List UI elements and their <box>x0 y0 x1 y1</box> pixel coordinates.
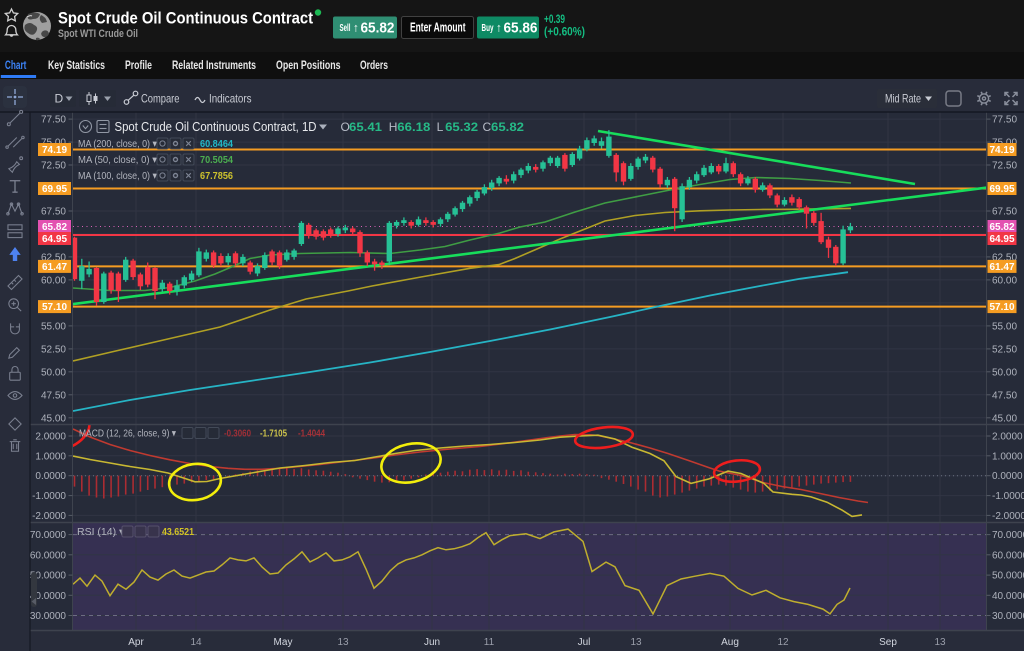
svg-text:-1.4044: -1.4044 <box>298 428 325 440</box>
svg-text:60.8464: 60.8464 <box>200 138 233 150</box>
svg-text:Enter Amount: Enter Amount <box>410 21 466 35</box>
svg-text:-1.0000: -1.0000 <box>32 491 66 502</box>
svg-text:Spot WTI Crude Oil: Spot WTI Crude Oil <box>58 28 138 40</box>
svg-text:-1.0000: -1.0000 <box>992 491 1024 502</box>
svg-text:(+0.60%): (+0.60%) <box>544 25 585 39</box>
svg-text:MA (50, close, 0) ▾: MA (50, close, 0) ▾ <box>78 154 158 166</box>
svg-text:Key Statistics: Key Statistics <box>48 60 105 72</box>
svg-text:60.0000: 60.0000 <box>30 550 67 561</box>
svg-text:Open Positions: Open Positions <box>276 60 341 72</box>
svg-text:47.50: 47.50 <box>41 390 66 401</box>
svg-text:65.82: 65.82 <box>361 20 395 37</box>
svg-text:61.47: 61.47 <box>42 262 67 273</box>
svg-text:14: 14 <box>190 637 202 648</box>
svg-text:1.0000: 1.0000 <box>992 451 1023 462</box>
svg-text:64.95: 64.95 <box>989 234 1014 245</box>
svg-text:65.82: 65.82 <box>491 120 524 134</box>
svg-text:↑: ↑ <box>496 21 502 35</box>
svg-text:43.6521: 43.6521 <box>162 526 194 538</box>
svg-text:Sell: Sell <box>340 23 351 34</box>
svg-text:67.50: 67.50 <box>41 207 66 218</box>
svg-text:72.50: 72.50 <box>992 161 1017 172</box>
svg-text:13: 13 <box>630 637 642 648</box>
svg-text:12: 12 <box>777 637 789 648</box>
svg-text:65.82: 65.82 <box>989 222 1014 233</box>
svg-text:Mid Rate: Mid Rate <box>885 92 921 106</box>
svg-text:40.0000: 40.0000 <box>992 591 1024 602</box>
svg-text:Profile: Profile <box>125 60 152 72</box>
svg-text:69.95: 69.95 <box>989 184 1014 195</box>
svg-text:67.50: 67.50 <box>992 207 1017 218</box>
svg-text:47.50: 47.50 <box>992 390 1017 401</box>
svg-text:55.00: 55.00 <box>41 321 66 332</box>
svg-text:74.19: 74.19 <box>989 145 1014 156</box>
svg-text:60.00: 60.00 <box>41 275 66 286</box>
svg-text:11: 11 <box>484 637 495 648</box>
svg-text:69.95: 69.95 <box>42 184 67 195</box>
svg-text:65.41: 65.41 <box>349 120 382 134</box>
svg-text:Aug: Aug <box>721 637 739 648</box>
svg-text:61.47: 61.47 <box>989 262 1014 273</box>
svg-text:↑: ↑ <box>353 21 359 35</box>
svg-text:64.95: 64.95 <box>42 234 67 245</box>
svg-text:70.0000: 70.0000 <box>992 530 1024 541</box>
svg-text:Apr: Apr <box>128 637 144 648</box>
svg-text:Spot Crude Oil Continuous Cont: Spot Crude Oil Continuous Contract, 1D <box>115 119 317 134</box>
svg-text:MA (100, close, 0) ▾: MA (100, close, 0) ▾ <box>78 170 158 182</box>
svg-text:13: 13 <box>337 637 349 648</box>
svg-text:RSI (14) ▾: RSI (14) ▾ <box>77 526 125 538</box>
svg-text:L: L <box>437 120 444 134</box>
svg-text:65.32: 65.32 <box>445 120 478 134</box>
svg-text:74.19: 74.19 <box>42 145 67 156</box>
svg-text:30.0000: 30.0000 <box>992 611 1024 622</box>
svg-text:67.7856: 67.7856 <box>200 170 233 182</box>
svg-text:30.0000: 30.0000 <box>30 611 67 622</box>
svg-text:77.50: 77.50 <box>992 115 1017 126</box>
svg-text:45.00: 45.00 <box>41 413 66 424</box>
svg-text:Chart: Chart <box>5 60 27 72</box>
svg-text:50.0000: 50.0000 <box>992 571 1024 582</box>
svg-text:Spot Crude Oil Continuous Cont: Spot Crude Oil Continuous Contract <box>58 10 313 28</box>
svg-text:May: May <box>274 637 293 648</box>
svg-text:57.10: 57.10 <box>42 302 67 313</box>
svg-text:H: H <box>389 120 398 134</box>
svg-text:52.50: 52.50 <box>41 344 66 355</box>
svg-text:57.10: 57.10 <box>989 302 1014 313</box>
svg-text:-2.0000: -2.0000 <box>992 511 1024 522</box>
svg-text:2.0000: 2.0000 <box>35 432 66 443</box>
svg-text:50.00: 50.00 <box>992 367 1017 378</box>
svg-text:Related Instruments: Related Instruments <box>172 60 256 72</box>
svg-text:66.18: 66.18 <box>397 120 430 134</box>
svg-text:-2.0000: -2.0000 <box>32 511 66 522</box>
svg-text:Jun: Jun <box>424 637 440 648</box>
svg-text:Sep: Sep <box>879 637 897 648</box>
svg-text:45.00: 45.00 <box>992 413 1017 424</box>
svg-text:65.82: 65.82 <box>42 222 67 233</box>
svg-text:50.00: 50.00 <box>41 367 66 378</box>
svg-text:Jul: Jul <box>578 637 591 648</box>
svg-text:D: D <box>55 92 64 106</box>
svg-text:Orders: Orders <box>360 60 388 72</box>
svg-text:-0.3060: -0.3060 <box>224 428 251 440</box>
svg-text:MA (200, close, 0) ▾: MA (200, close, 0) ▾ <box>78 138 158 150</box>
svg-text:2.0000: 2.0000 <box>992 432 1023 443</box>
svg-text:52.50: 52.50 <box>992 344 1017 355</box>
svg-text:60.0000: 60.0000 <box>992 550 1024 561</box>
svg-text:60.00: 60.00 <box>992 275 1017 286</box>
svg-text:MACD (12, 26, close, 9) ▾: MACD (12, 26, close, 9) ▾ <box>79 428 177 440</box>
svg-text:13: 13 <box>934 637 946 648</box>
svg-text:Compare: Compare <box>141 92 180 106</box>
svg-text:70.0000: 70.0000 <box>30 530 67 541</box>
svg-text:Indicators: Indicators <box>209 92 252 106</box>
svg-text:-1.7105: -1.7105 <box>260 428 287 440</box>
svg-text:0.0000: 0.0000 <box>992 471 1023 482</box>
svg-text:65.86: 65.86 <box>504 20 538 37</box>
svg-text:Buy: Buy <box>482 23 494 34</box>
svg-text:0.0000: 0.0000 <box>35 471 66 482</box>
svg-text:77.50: 77.50 <box>41 115 66 126</box>
svg-text:72.50: 72.50 <box>41 161 66 172</box>
svg-text:55.00: 55.00 <box>992 321 1017 332</box>
svg-text:1.0000: 1.0000 <box>35 451 66 462</box>
svg-text:70.5054: 70.5054 <box>200 154 233 166</box>
